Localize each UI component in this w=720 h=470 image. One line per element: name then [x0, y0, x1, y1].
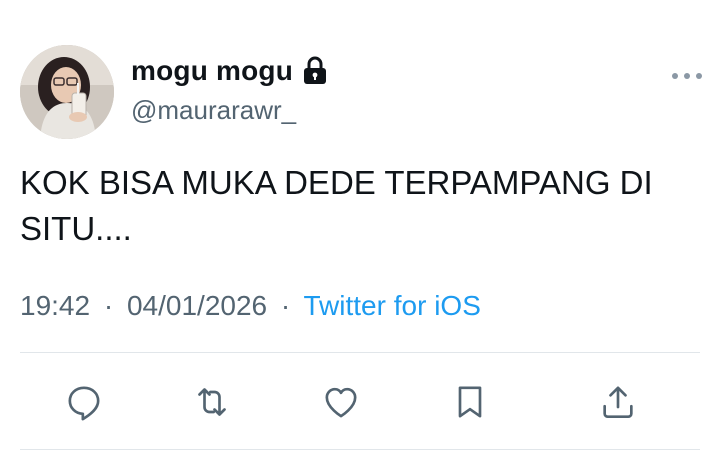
reply-button[interactable]: [60, 378, 108, 426]
tweet-source-link[interactable]: Twitter for iOS: [304, 290, 481, 321]
bookmark-icon: [458, 386, 482, 418]
share-button[interactable]: [594, 378, 642, 426]
retweet-icon: [198, 388, 226, 416]
bookmark-button[interactable]: [446, 378, 494, 426]
display-name-row: mogu mogu: [131, 55, 328, 87]
reply-icon: [68, 386, 100, 421]
divider: [20, 352, 700, 353]
meta-separator: ·: [103, 290, 114, 321]
avatar[interactable]: [20, 45, 114, 139]
tweet-meta: 19:42 · 04/01/2026 · Twitter for iOS: [20, 290, 481, 322]
like-button[interactable]: [317, 378, 365, 426]
divider: [20, 449, 700, 450]
tweet-card: mogu mogu @maurarawr_ KOK BISA MUKA DEDE…: [0, 0, 720, 470]
share-icon: [603, 386, 633, 418]
action-bar: [0, 378, 720, 426]
tweet-text: KOK BISA MUKA DEDE TERPAMPANG DI SITU...…: [20, 164, 653, 247]
meta-separator: ·: [280, 290, 291, 321]
tweet-date[interactable]: 04/01/2026: [127, 290, 267, 321]
display-name[interactable]: mogu mogu: [131, 55, 293, 87]
more-options-icon[interactable]: [672, 66, 702, 86]
tweet-time[interactable]: 19:42: [20, 290, 90, 321]
heart-icon: [325, 387, 357, 418]
retweet-button[interactable]: [188, 378, 236, 426]
lock-icon: [302, 56, 328, 86]
user-handle[interactable]: @maurarawr_: [131, 95, 296, 126]
